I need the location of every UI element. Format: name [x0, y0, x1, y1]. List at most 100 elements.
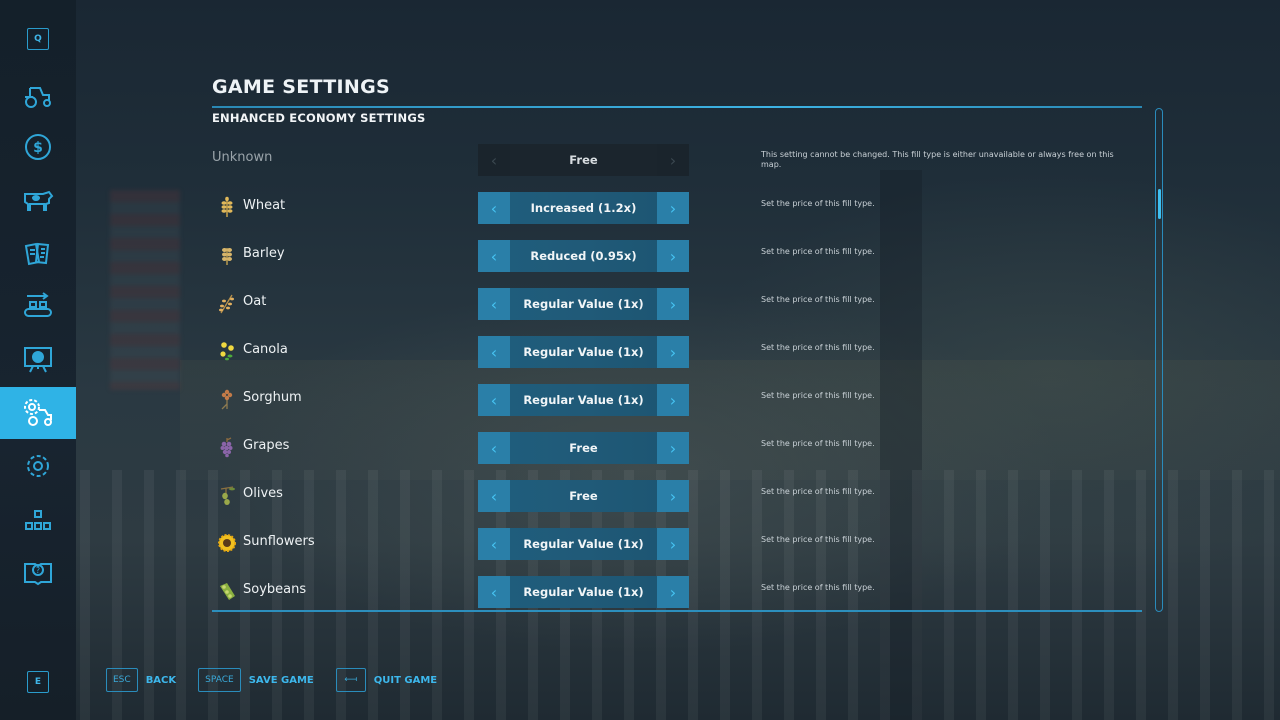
next-page-key[interactable]: E [27, 671, 49, 693]
setting-row-oat: Oat ‹ Regular Value (1x) › Set the price… [212, 280, 1142, 328]
value-selector[interactable]: ‹ Regular Value (1x) › [478, 288, 689, 320]
save-game-button[interactable]: SPACE SAVE GAME [198, 668, 314, 692]
setting-label: Sunflowers [243, 534, 315, 549]
selector-value: Regular Value (1x) [510, 288, 657, 320]
arrow-right-button[interactable]: › [657, 240, 689, 272]
setting-row-sorghum: Sorghum ‹ Regular Value (1x) › Set the p… [212, 376, 1142, 424]
prev-page-key[interactable]: Q [27, 28, 49, 50]
arrow-left-button: ‹ [478, 144, 510, 176]
selector-value: Regular Value (1x) [510, 336, 657, 368]
value-selector: ‹ Free › [478, 144, 689, 176]
selector-value: Free [510, 144, 657, 176]
setting-description: Set the price of this fill type. [761, 199, 875, 208]
value-selector[interactable]: ‹ Regular Value (1x) › [478, 576, 689, 608]
setting-description: Set the price of this fill type. [761, 247, 875, 256]
arrow-right-button[interactable]: › [657, 384, 689, 416]
canola-icon [220, 342, 234, 361]
scrollbar[interactable] [1155, 108, 1163, 612]
setting-row-grapes: Grapes ‹ Free › Set the price of this fi… [212, 424, 1142, 472]
selector-value: Free [510, 432, 657, 464]
back-button[interactable]: ESC BACK [106, 668, 176, 692]
quit-game-button[interactable]: ⟻ QUIT GAME [335, 668, 438, 692]
space-key-badge: SPACE [198, 668, 241, 692]
contracts-icon [24, 242, 50, 266]
settings-list: Unknown ‹ Free › This setting cannot be … [212, 136, 1142, 616]
arrow-right-button[interactable]: › [657, 336, 689, 368]
value-selector[interactable]: ‹ Regular Value (1x) › [478, 528, 689, 560]
setting-label: Olives [243, 486, 283, 501]
setting-label: Barley [243, 246, 285, 261]
arrow-left-button[interactable]: ‹ [478, 480, 510, 512]
help-book-icon: ? [24, 563, 52, 586]
setting-label: Oat [243, 294, 267, 309]
sidebar-item-general-settings[interactable] [0, 440, 76, 492]
sidebar: Q $ ? E [0, 0, 76, 720]
setting-description: Set the price of this fill type. [761, 295, 875, 304]
sidebar-item-finances[interactable]: $ [0, 121, 76, 173]
wheat-icon [221, 196, 233, 217]
value-selector[interactable]: ‹ Free › [478, 480, 689, 512]
value-selector[interactable]: ‹ Regular Value (1x) › [478, 336, 689, 368]
setting-row-canola: Canola ‹ Regular Value (1x) › Set the pr… [212, 328, 1142, 376]
gear-icon [27, 455, 49, 477]
dollar-circle-icon: $ [25, 134, 51, 160]
setting-description: Set the price of this fill type. [761, 583, 875, 592]
arrow-right-button[interactable]: › [657, 432, 689, 464]
value-selector[interactable]: ‹ Regular Value (1x) › [478, 384, 689, 416]
arrow-left-button[interactable]: ‹ [478, 384, 510, 416]
selector-value: Free [510, 480, 657, 512]
sidebar-item-help[interactable]: ? [0, 547, 76, 599]
setting-description: Set the price of this fill type. [761, 535, 875, 544]
arrow-right-button[interactable]: › [657, 480, 689, 512]
cow-icon [24, 190, 54, 211]
esc-key-badge: ESC [106, 668, 138, 692]
page-title: GAME SETTINGS [212, 76, 390, 98]
gear-tractor-icon [24, 399, 52, 426]
quit-game-label: QUIT GAME [373, 674, 438, 686]
selector-value: Regular Value (1x) [510, 576, 657, 608]
scrollbar-thumb[interactable] [1157, 189, 1161, 219]
oat-icon [219, 294, 234, 314]
arrow-right-button[interactable]: › [657, 528, 689, 560]
arrow-right-button[interactable]: › [657, 288, 689, 320]
list-bottom-divider [212, 610, 1142, 612]
backspace-key-badge: ⟻ [335, 668, 366, 692]
network-icon [25, 510, 51, 530]
arrow-left-button[interactable]: ‹ [478, 240, 510, 272]
selector-value: Increased (1.2x) [510, 192, 657, 224]
arrow-left-button[interactable]: ‹ [478, 432, 510, 464]
arrow-left-button[interactable]: ‹ [478, 288, 510, 320]
value-selector[interactable]: ‹ Reduced (0.95x) › [478, 240, 689, 272]
arrow-left-button[interactable]: ‹ [478, 576, 510, 608]
arrow-right-button[interactable]: › [657, 192, 689, 224]
arrow-right-button: › [657, 144, 689, 176]
barley-icon [222, 248, 232, 265]
setting-label: Wheat [243, 198, 286, 213]
setting-row-soybeans: Soybeans ‹ Regular Value (1x) › Set the … [212, 568, 1142, 616]
value-selector[interactable]: ‹ Increased (1.2x) › [478, 192, 689, 224]
arrow-left-button[interactable]: ‹ [478, 528, 510, 560]
presentation-icon [24, 347, 52, 373]
svg-text:$: $ [33, 140, 43, 156]
sidebar-item-multiplayer[interactable] [0, 494, 76, 546]
setting-description: Set the price of this fill type. [761, 391, 875, 400]
back-label: BACK [145, 674, 177, 686]
title-divider [212, 106, 1142, 108]
arrow-right-button[interactable]: › [657, 576, 689, 608]
value-selector[interactable]: ‹ Free › [478, 432, 689, 464]
sidebar-item-animals[interactable] [0, 174, 76, 226]
arrow-left-button[interactable]: ‹ [478, 192, 510, 224]
footer-actions: ESC BACK SPACE SAVE GAME ⟻ QUIT GAME [106, 668, 459, 692]
arrow-left-button[interactable]: ‹ [478, 336, 510, 368]
setting-row-barley: Barley ‹ Reduced (0.95x) › Set the price… [212, 232, 1142, 280]
sidebar-item-contracts[interactable] [0, 228, 76, 280]
sidebar-item-game-settings[interactable] [0, 387, 76, 439]
svg-text:?: ? [36, 566, 40, 575]
section-title: ENHANCED ECONOMY SETTINGS [212, 111, 426, 125]
sidebar-item-statistics[interactable] [0, 334, 76, 386]
sidebar-item-production[interactable] [0, 280, 76, 332]
grapes-icon [220, 437, 233, 458]
setting-label: Grapes [243, 438, 290, 453]
sidebar-item-vehicles[interactable] [0, 69, 76, 121]
sunflower-icon [218, 534, 236, 552]
